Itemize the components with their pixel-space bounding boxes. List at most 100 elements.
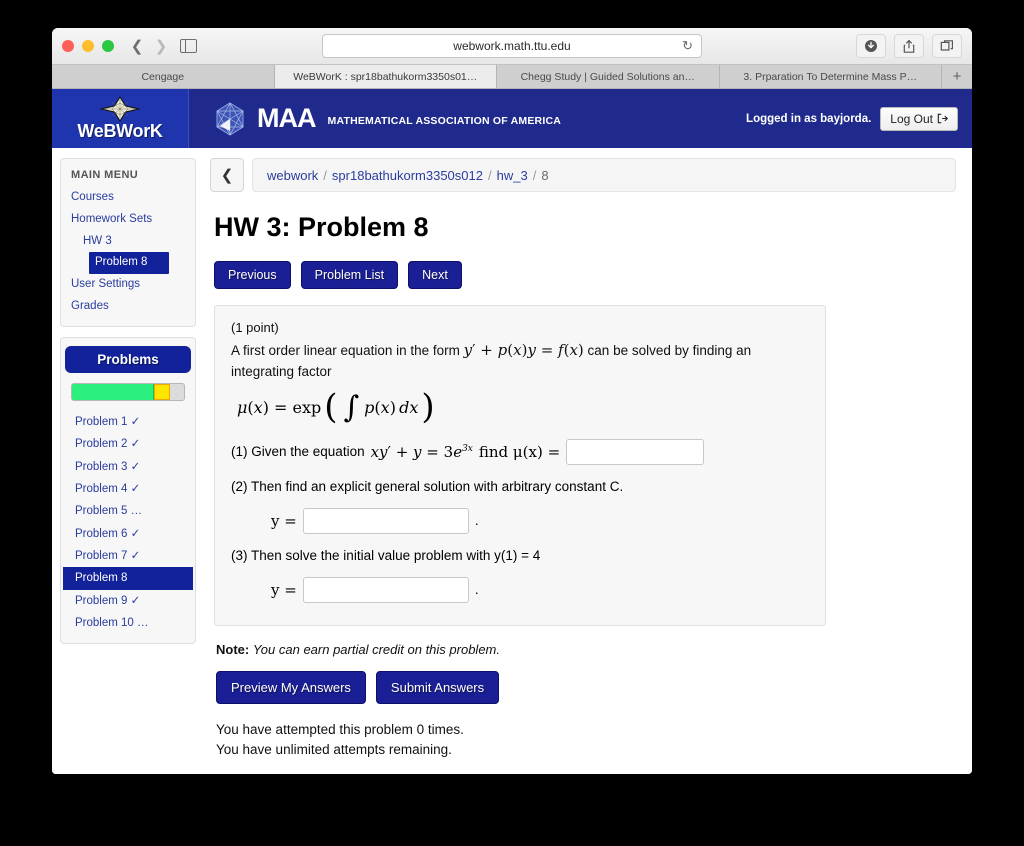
progress-green-segment bbox=[72, 383, 155, 400]
problem-status: ✓ bbox=[130, 415, 141, 428]
minimize-window-button[interactable] bbox=[82, 40, 94, 52]
submit-actions: Preview My Answers Submit Answers bbox=[216, 670, 956, 704]
problems-header[interactable]: Problems bbox=[65, 345, 191, 373]
browser-tab-active[interactable]: WeBWorK : spr18bathukorm3350s01… bbox=[274, 65, 497, 88]
problem-label: Problem 6 bbox=[75, 527, 128, 540]
submit-answers-button[interactable]: Submit Answers bbox=[375, 670, 500, 704]
webwork-star-icon bbox=[100, 95, 140, 122]
problem-body: (1 point) A first order linear equation … bbox=[214, 305, 826, 626]
close-window-button[interactable] bbox=[62, 40, 74, 52]
browser-tab[interactable]: 3. Prparation To Determine Mass P… bbox=[719, 65, 942, 88]
problem-status: ✓ bbox=[130, 594, 141, 607]
problem-label: Problem 9 bbox=[75, 594, 128, 607]
progress-bar bbox=[71, 382, 185, 401]
part-2-text: (2) Then find an explicit general soluti… bbox=[231, 479, 809, 494]
sidebar-item-homework-sets[interactable]: Homework Sets bbox=[61, 209, 195, 231]
period: . bbox=[474, 513, 479, 529]
logout-label: Log Out bbox=[890, 111, 933, 126]
list-item[interactable]: Problem 10 … bbox=[61, 612, 195, 634]
sidebar-item-user-settings[interactable]: User Settings bbox=[61, 274, 195, 296]
list-item[interactable]: Problem 5 … bbox=[61, 500, 195, 522]
answer-input-mu[interactable] bbox=[566, 438, 705, 465]
browser-window: ❮ ❯ webwork.math.ttu.edu ↻ Cengage WeBWo… bbox=[52, 28, 972, 774]
previous-button[interactable]: Previous bbox=[214, 261, 291, 289]
sidebar-item-hw3[interactable]: HW 3 bbox=[61, 231, 195, 253]
note: Note: You can earn partial credit on thi… bbox=[216, 642, 956, 657]
problem-label: Problem 2 bbox=[75, 438, 128, 451]
part-1-text-before: (1) Given the equation bbox=[231, 444, 365, 460]
browser-tab[interactable]: Chegg Study | Guided Solutions an… bbox=[497, 65, 720, 88]
problem-label: Problem 1 bbox=[75, 415, 128, 428]
sidebar-item-courses[interactable]: Courses bbox=[61, 187, 195, 209]
list-item[interactable]: Problem 9 ✓ bbox=[61, 590, 195, 612]
downloads-icon[interactable] bbox=[856, 34, 886, 58]
list-item[interactable]: Problem 1 ✓ bbox=[61, 411, 195, 433]
problem-list-button[interactable]: Problem List bbox=[300, 261, 399, 289]
sidebar-item-grades[interactable]: Grades bbox=[61, 296, 195, 318]
y-equals-label: y = bbox=[271, 580, 297, 599]
next-button[interactable]: Next bbox=[408, 261, 462, 289]
intro-text-before: A first order linear equation in the for… bbox=[231, 343, 460, 358]
problem-label: Problem 10 bbox=[75, 617, 134, 630]
browser-tab[interactable]: Cengage bbox=[52, 65, 275, 88]
preview-answers-button[interactable]: Preview My Answers bbox=[216, 670, 366, 704]
sidebar-item-problem-8[interactable]: Problem 8 bbox=[89, 252, 169, 275]
progress-gray-segment bbox=[169, 383, 184, 400]
breadcrumb-item-set[interactable]: hw_3 bbox=[497, 168, 528, 183]
part-1-equation: xy′ + y = 3e3x bbox=[370, 442, 473, 461]
maximize-window-button[interactable] bbox=[102, 40, 114, 52]
problem-label: Problem 5 bbox=[75, 505, 128, 518]
main-content: ❮ webwork / spr18bathukorm3350s012 / hw_… bbox=[196, 148, 972, 774]
logged-in-label: Logged in as bayjorda. bbox=[746, 112, 872, 125]
list-item[interactable]: Problem 2 ✓ bbox=[61, 433, 195, 455]
part-1-exponent: 3x bbox=[462, 443, 473, 454]
left-paren: ( bbox=[324, 386, 338, 427]
maa-logo: MAA MATHEMATICAL ASSOCIATION OF AMERICA bbox=[211, 100, 561, 138]
maa-icosahedron-icon bbox=[216, 101, 244, 136]
breadcrumb-item-problem: 8 bbox=[541, 167, 549, 183]
breadcrumb: webwork / spr18bathukorm3350s012 / hw_3 … bbox=[252, 158, 956, 192]
share-icon[interactable] bbox=[894, 34, 924, 58]
breadcrumb-separator: / bbox=[323, 167, 327, 183]
list-item[interactable]: Problem 3 ✓ bbox=[61, 456, 195, 478]
breadcrumb-item-course[interactable]: spr18bathukorm3350s012 bbox=[332, 168, 483, 183]
list-item[interactable]: Problem 4 ✓ bbox=[61, 478, 195, 500]
address-bar[interactable]: webwork.math.ttu.edu ↻ bbox=[322, 34, 702, 58]
attempts-used: You have attempted this problem 0 times. bbox=[216, 721, 464, 737]
webwork-logo[interactable]: WeBWorK bbox=[52, 89, 189, 148]
breadcrumb-item-webwork[interactable]: webwork bbox=[267, 168, 318, 183]
new-tab-button[interactable]: + bbox=[942, 65, 972, 88]
problem-navigation: Previous Problem List Next bbox=[214, 261, 956, 289]
part-1-text-after: find μ(x) = bbox=[478, 442, 561, 461]
sidebar-toggle-icon[interactable] bbox=[174, 35, 202, 57]
attempts-info: You have attempted this problem 0 times.… bbox=[216, 720, 956, 761]
answer-input-general[interactable] bbox=[302, 507, 469, 534]
list-item-current[interactable]: Problem 8 bbox=[63, 567, 193, 590]
back-button[interactable]: ❮ bbox=[210, 158, 244, 192]
logout-arrow-icon bbox=[937, 113, 948, 124]
problems-panel: Problems Problem 1 ✓ Problem 2 ✓ Problem… bbox=[60, 336, 196, 644]
answer-input-ivp[interactable] bbox=[302, 576, 469, 603]
integral-icon: ∫ bbox=[343, 389, 360, 425]
right-paren: ) bbox=[421, 386, 435, 427]
list-item[interactable]: Problem 7 ✓ bbox=[61, 545, 195, 567]
breadcrumb-bar: ❮ webwork / spr18bathukorm3350s012 / hw_… bbox=[210, 158, 956, 192]
problem-label: Problem 8 bbox=[75, 572, 128, 585]
note-label: Note: bbox=[216, 641, 250, 657]
part-2-label: (2) Then find an explicit general soluti… bbox=[231, 478, 624, 494]
forward-icon[interactable]: ❯ bbox=[150, 35, 172, 57]
logout-button[interactable]: Log Out bbox=[880, 106, 958, 131]
points-label: (1 point) bbox=[231, 320, 279, 335]
back-icon[interactable]: ❮ bbox=[126, 35, 148, 57]
problem-status: ✓ bbox=[130, 482, 141, 495]
navigation-buttons: ❮ ❯ bbox=[126, 35, 202, 57]
reload-icon[interactable]: ↻ bbox=[682, 38, 693, 54]
list-item[interactable]: Problem 6 ✓ bbox=[61, 523, 195, 545]
tab-bar: Cengage WeBWorK : spr18bathukorm3350s01…… bbox=[52, 65, 972, 89]
webwork-logo-text: WeBWorK bbox=[77, 120, 163, 141]
window-controls bbox=[62, 40, 114, 52]
tab-overview-icon[interactable] bbox=[932, 34, 962, 58]
breadcrumb-separator: / bbox=[532, 167, 537, 183]
problem-status: ✓ bbox=[130, 527, 141, 540]
page-title: HW 3: Problem 8 bbox=[214, 212, 429, 242]
